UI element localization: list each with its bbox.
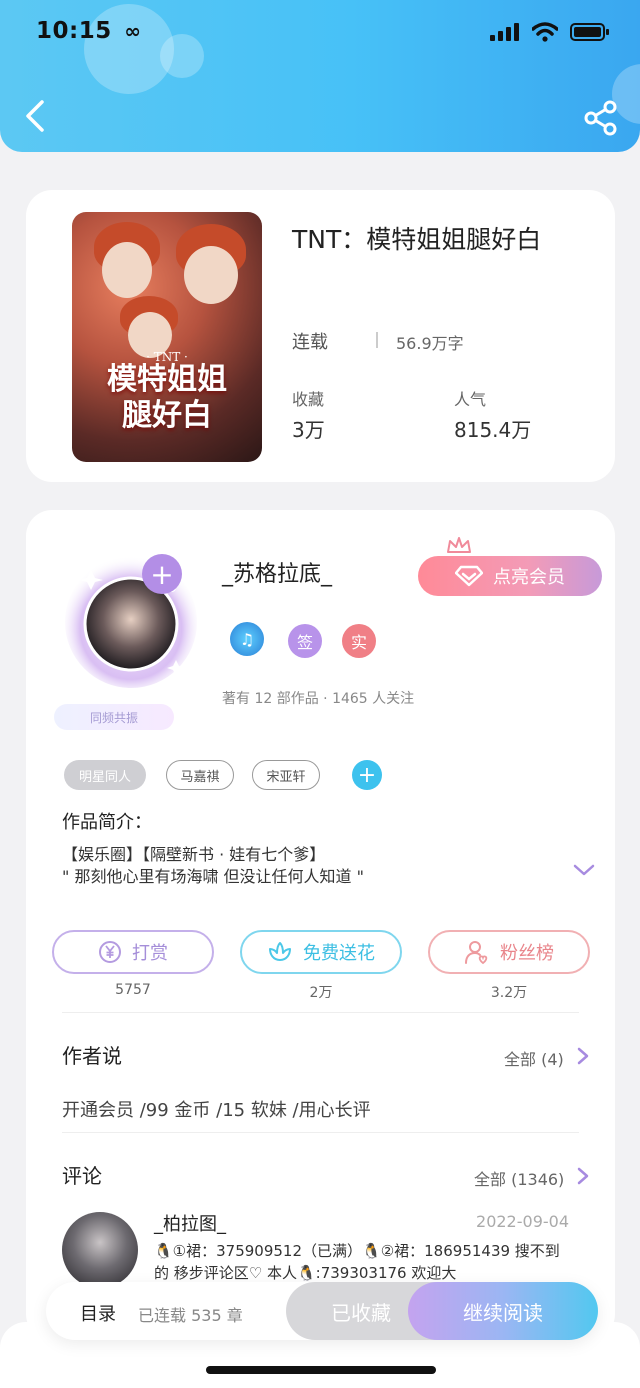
share-icon[interactable] bbox=[584, 100, 618, 136]
author-said-heading: 作者说 bbox=[62, 1044, 122, 1068]
chevron-down-icon[interactable] bbox=[572, 862, 596, 878]
intro-line: 【娱乐圈】【隔壁新书 · 娃有七个爹】 bbox=[62, 845, 326, 864]
works-info: 著有 12 部作品 · 1465 人关注 bbox=[222, 691, 415, 707]
cover-title-line: 腿好白 bbox=[122, 398, 212, 433]
cover-title-line: 模特姐姐 bbox=[107, 362, 227, 397]
divider bbox=[376, 332, 378, 348]
vip-label: 点亮会员 bbox=[493, 567, 565, 588]
tag-chip[interactable]: 马嘉祺 bbox=[166, 760, 234, 790]
flower-count: 2万 bbox=[309, 985, 333, 1001]
signal-icon bbox=[490, 23, 519, 41]
follow-author-button[interactable]: + bbox=[142, 554, 182, 594]
tip-button[interactable]: 打赏 bbox=[52, 930, 214, 974]
chevron-right-icon[interactable] bbox=[576, 1046, 590, 1066]
link-icon: ∞ bbox=[124, 19, 142, 43]
real-name-badge: 实 bbox=[342, 624, 376, 658]
bottom-action-bar: 目录 已连载 535 章 已收藏 继续阅读 bbox=[46, 1282, 598, 1340]
status-icons bbox=[490, 22, 610, 42]
book-info-card: · TNT · 模特姐姐 腿好白 TNT：模特姐姐腿好白 连载 56.9万字 收… bbox=[26, 190, 615, 482]
author-avatar[interactable] bbox=[56, 540, 206, 690]
yen-icon bbox=[99, 941, 121, 963]
book-title: TNT：模特姐姐腿好白 bbox=[292, 225, 542, 254]
tip-label: 打赏 bbox=[132, 943, 168, 964]
fan-rank-count: 3.2万 bbox=[490, 985, 528, 1001]
avatar-frame bbox=[65, 556, 197, 688]
crown-icon bbox=[447, 537, 471, 553]
add-tag-button[interactable]: + bbox=[352, 760, 382, 790]
commenter-name[interactable]: _柏拉图_ bbox=[154, 1210, 226, 1236]
battery-icon bbox=[570, 23, 609, 41]
intro-heading: 作品简介： bbox=[62, 812, 152, 833]
send-flower-button[interactable]: 免费送花 bbox=[240, 930, 402, 974]
cover-figure bbox=[184, 246, 238, 304]
detail-card: + 同频共振 _苏格拉底_ 点亮会员 ♫ 签 实 著有 12 部作品 · 146… bbox=[26, 510, 615, 1340]
fan-rank-button[interactable]: 粉丝榜 bbox=[428, 930, 590, 974]
home-indicator[interactable] bbox=[206, 1366, 436, 1374]
flower-icon bbox=[269, 942, 291, 961]
comments-all-link[interactable]: 全部 (1346) bbox=[474, 1166, 564, 1190]
diamond-icon bbox=[455, 565, 483, 587]
divider bbox=[62, 1132, 579, 1133]
vip-button[interactable]: 点亮会员 bbox=[418, 556, 602, 596]
favorites-label: 收藏 bbox=[292, 390, 325, 409]
cover-figure bbox=[102, 242, 152, 298]
fan-icon bbox=[465, 941, 488, 965]
status-time: 10:15 ∞ bbox=[36, 18, 141, 44]
music-badge-icon: ♫ bbox=[230, 622, 264, 656]
header: 10:15 ∞ bbox=[0, 0, 640, 152]
book-cover[interactable]: · TNT · 模特姐姐 腿好白 bbox=[72, 212, 262, 462]
favorites-value: 3万 bbox=[292, 418, 325, 442]
decor-bubble bbox=[160, 34, 204, 78]
fan-rank-label: 粉丝榜 bbox=[500, 943, 554, 964]
time-text: 10:15 bbox=[36, 18, 112, 44]
wifi-icon bbox=[532, 22, 558, 42]
chapter-count: 已连载 535 章 bbox=[138, 1306, 243, 1325]
comment-text: 🐧①裙：375909512（已满）🐧②裙：186951439 搜不到的 移步评论… bbox=[154, 1242, 560, 1282]
back-icon[interactable] bbox=[20, 96, 52, 136]
comment-date: 2022-09-04 bbox=[476, 1212, 569, 1231]
author-name[interactable]: _苏格拉底_ bbox=[222, 556, 332, 588]
cover-title: 模特姐姐 腿好白 bbox=[82, 362, 252, 434]
author-said-all-link[interactable]: 全部 (4) bbox=[504, 1046, 564, 1070]
continue-reading-button[interactable]: 继续阅读 bbox=[408, 1282, 598, 1340]
sign-badge: 签 bbox=[288, 624, 322, 658]
comments-heading: 评论 bbox=[62, 1164, 102, 1188]
word-count: 56.9万字 bbox=[396, 334, 464, 353]
flower-label: 免费送花 bbox=[303, 943, 375, 964]
chevron-right-icon[interactable] bbox=[576, 1166, 590, 1186]
intro-text: 【娱乐圈】【隔壁新书 · 娃有七个爹】 " 那刻他心里有场海啸 但没让任何人知道… bbox=[62, 844, 364, 888]
intro-line: " 那刻他心里有场海啸 但没让任何人知道 " bbox=[62, 867, 364, 886]
tag-chip[interactable]: 明星同人 bbox=[64, 760, 146, 790]
commenter-avatar[interactable] bbox=[62, 1212, 138, 1288]
serial-status: 连载 bbox=[292, 332, 328, 353]
popularity-label: 人气 bbox=[454, 390, 487, 409]
tip-count: 5757 bbox=[115, 982, 151, 998]
toc-button[interactable]: 目录 bbox=[80, 1300, 116, 1326]
tag-chip[interactable]: 宋亚轩 bbox=[252, 760, 320, 790]
author-said-text: 开通会员 /99 金币 /15 软妹 /用心长评 bbox=[62, 1100, 371, 1121]
resonance-badge: 同频共振 bbox=[54, 704, 174, 730]
popularity-value: 815.4万 bbox=[454, 418, 532, 442]
divider bbox=[62, 1012, 579, 1013]
